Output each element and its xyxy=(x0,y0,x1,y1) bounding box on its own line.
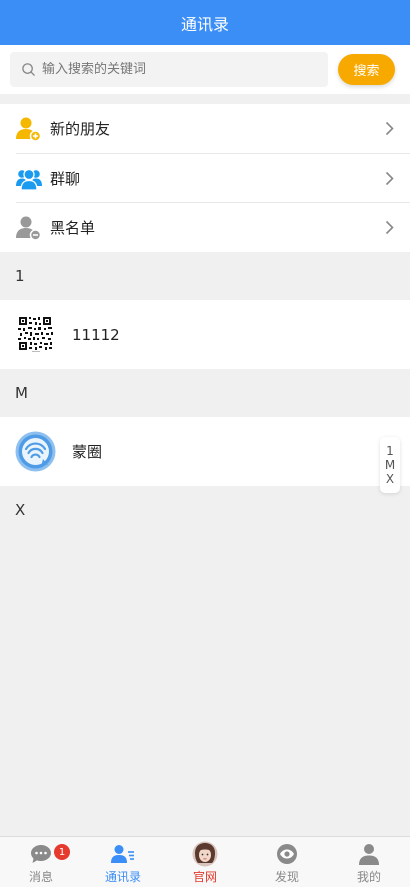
contact-row[interactable]: 11112 xyxy=(0,300,410,369)
search-box[interactable] xyxy=(10,52,328,87)
chat-bubble-icon xyxy=(28,842,54,866)
tab-discover[interactable]: 发现 xyxy=(246,837,328,887)
bottom-tab-bar: 1 消息 通讯录 官网 发现 我的 xyxy=(0,836,410,887)
tab-label: 通讯录 xyxy=(104,870,141,884)
tab-label: 消息 xyxy=(28,870,53,884)
search-icon xyxy=(22,63,35,76)
contact-row[interactable]: 蒙圈 xyxy=(0,417,410,486)
website-avatar-icon xyxy=(192,841,218,867)
add-friend-icon xyxy=(16,116,42,142)
app-header: 通讯录 xyxy=(0,0,410,45)
alphabet-index-bar: 1 M X xyxy=(380,437,400,493)
index-item-x[interactable]: X xyxy=(386,472,394,486)
menu-item-label: 黑名单 xyxy=(50,219,96,237)
qr-code-avatar xyxy=(15,314,56,355)
tab-website[interactable]: 官网 xyxy=(164,837,246,887)
section-letter: X xyxy=(15,501,26,519)
menu-item-blacklist[interactable]: 黑名单 xyxy=(16,203,410,252)
contacts-menu: 新的朋友 群聊 黑名单 xyxy=(0,104,410,252)
section-header-m: M xyxy=(0,369,410,417)
tab-messages[interactable]: 1 消息 xyxy=(0,837,82,887)
index-item-1[interactable]: 1 xyxy=(386,444,394,458)
tab-contacts[interactable]: 通讯录 xyxy=(82,837,164,887)
section-letter: M xyxy=(15,384,28,402)
page-title: 通讯录 xyxy=(180,14,229,34)
tab-me[interactable]: 我的 xyxy=(328,837,410,887)
tab-label: 发现 xyxy=(274,870,299,884)
blacklist-icon xyxy=(16,215,42,241)
chevron-right-icon xyxy=(385,220,394,235)
unread-badge: 1 xyxy=(54,844,70,860)
tab-label: 我的 xyxy=(356,870,381,884)
profile-icon xyxy=(356,842,382,866)
wifi-logo-avatar xyxy=(15,431,56,472)
contacts-icon xyxy=(110,842,136,866)
search-button[interactable]: 搜索 xyxy=(338,54,395,85)
group-chat-icon xyxy=(16,166,42,192)
menu-item-label: 群聊 xyxy=(50,170,81,188)
menu-item-group-chat[interactable]: 群聊 xyxy=(16,154,410,203)
eye-icon xyxy=(274,842,300,866)
section-header-1: 1 xyxy=(0,252,410,300)
tab-label: 官网 xyxy=(192,870,217,884)
search-bar: 搜索 xyxy=(0,45,410,94)
search-input[interactable] xyxy=(42,62,302,77)
index-item-m[interactable]: M xyxy=(385,458,395,472)
menu-item-new-friends[interactable]: 新的朋友 xyxy=(16,104,410,153)
section-letter: 1 xyxy=(15,267,25,285)
section-header-x: X xyxy=(0,486,410,534)
menu-item-label: 新的朋友 xyxy=(50,120,111,138)
chevron-right-icon xyxy=(385,171,394,186)
search-button-label: 搜索 xyxy=(353,64,380,79)
contact-name: 11112 xyxy=(72,325,120,344)
chevron-right-icon xyxy=(385,121,394,136)
contact-name: 蒙圈 xyxy=(72,443,103,461)
